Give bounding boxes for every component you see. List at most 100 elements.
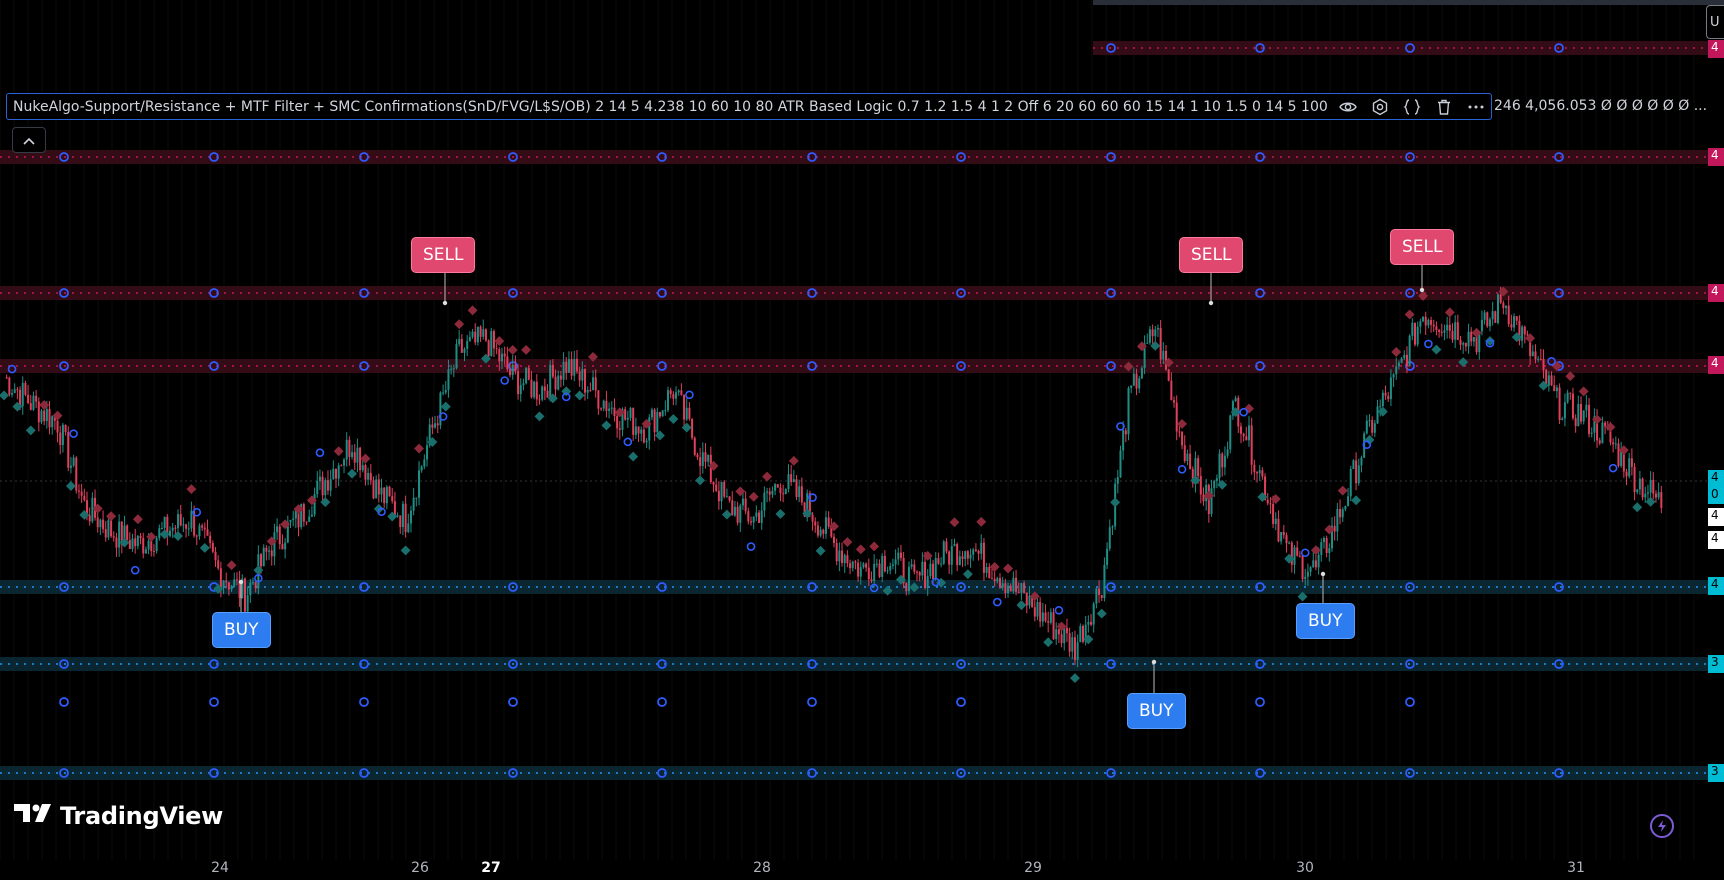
price-tag: 4 bbox=[1708, 356, 1724, 374]
candle-body bbox=[1446, 324, 1449, 331]
eye-icon[interactable] bbox=[1339, 98, 1357, 116]
candle-body bbox=[1272, 503, 1275, 524]
tradingview-logo[interactable]: TradingView bbox=[14, 802, 223, 830]
candle-body bbox=[846, 555, 849, 564]
signal-diamond bbox=[253, 565, 264, 576]
candle-body bbox=[107, 520, 110, 538]
candle-body bbox=[1087, 621, 1090, 625]
candle-body bbox=[16, 389, 19, 391]
candle-body bbox=[177, 514, 180, 529]
candle-body bbox=[701, 452, 704, 467]
candle-body bbox=[1175, 402, 1178, 432]
time-label: 27 bbox=[481, 860, 501, 876]
settings-icon[interactable] bbox=[1371, 98, 1389, 116]
candle-body bbox=[1513, 316, 1516, 328]
candle-body bbox=[1183, 445, 1186, 462]
candle-body bbox=[1304, 576, 1307, 580]
candle-body bbox=[988, 567, 991, 579]
candle-body bbox=[747, 511, 750, 522]
candle-body bbox=[741, 498, 744, 506]
candle-body bbox=[1440, 331, 1443, 333]
candle-body bbox=[1277, 518, 1280, 542]
candle-body bbox=[766, 491, 769, 493]
candle-body bbox=[1638, 478, 1641, 490]
candle-body bbox=[736, 506, 739, 523]
candle-body bbox=[64, 424, 67, 433]
top-right-button[interactable]: U bbox=[1706, 5, 1724, 39]
candle-body bbox=[447, 369, 450, 391]
signal-point bbox=[238, 579, 244, 585]
candle-body bbox=[289, 519, 292, 523]
candle-body bbox=[340, 465, 343, 467]
source-code-icon[interactable] bbox=[1403, 98, 1421, 116]
candle-body bbox=[48, 408, 51, 428]
signal-diamond bbox=[1337, 485, 1348, 496]
level-marker bbox=[508, 697, 518, 707]
candle-body bbox=[1612, 442, 1615, 445]
candle-body bbox=[1004, 583, 1007, 594]
time-axis[interactable]: 24 26 27 28 29 30 31 bbox=[0, 860, 1724, 880]
signal-diamond bbox=[414, 443, 424, 454]
candle-body bbox=[1459, 339, 1462, 345]
candle-body bbox=[1630, 458, 1633, 467]
candle-body bbox=[776, 484, 779, 488]
candle-body bbox=[1250, 425, 1253, 465]
candle-body bbox=[8, 377, 11, 395]
candle-body bbox=[1336, 509, 1339, 532]
candle-body bbox=[506, 356, 509, 370]
signal-diamond bbox=[1270, 494, 1281, 504]
candle-body bbox=[1092, 603, 1095, 625]
candle-body bbox=[187, 528, 190, 530]
candle-body bbox=[1360, 457, 1363, 466]
candle-body bbox=[463, 348, 466, 353]
candle-body bbox=[359, 447, 362, 471]
candle-body bbox=[658, 411, 661, 417]
candle-body bbox=[675, 392, 678, 399]
candle-body bbox=[680, 390, 683, 395]
candle-body bbox=[1071, 637, 1074, 652]
candle-body bbox=[83, 495, 86, 501]
more-icon[interactable] bbox=[1467, 98, 1485, 116]
candle-body bbox=[934, 558, 937, 579]
candle-body bbox=[543, 386, 546, 391]
candle-body bbox=[1167, 369, 1170, 381]
candle-body bbox=[442, 392, 445, 394]
signal-diamond bbox=[132, 514, 143, 525]
signal-diamond bbox=[976, 516, 987, 527]
price-chart[interactable] bbox=[0, 0, 1724, 880]
candle-body bbox=[1553, 385, 1556, 392]
signal-point bbox=[1320, 571, 1326, 577]
candle-body bbox=[1098, 588, 1101, 596]
chart-area[interactable]: U NukeAlgo-Support/Resistance + MTF Filt… bbox=[0, 0, 1724, 880]
candle-body bbox=[305, 521, 308, 523]
collapse-legend-button[interactable] bbox=[12, 127, 46, 153]
candle-body bbox=[584, 369, 586, 393]
candle-body bbox=[1288, 542, 1291, 544]
candle-body bbox=[185, 524, 188, 529]
candle-body bbox=[91, 497, 94, 522]
candle-body bbox=[905, 583, 908, 592]
candle-body bbox=[1456, 322, 1459, 340]
candle-body bbox=[1499, 294, 1502, 303]
candle-body bbox=[249, 582, 252, 596]
candle-body bbox=[723, 481, 726, 497]
trash-icon[interactable] bbox=[1435, 98, 1453, 116]
candle-body bbox=[1063, 627, 1066, 644]
candle-body bbox=[1486, 312, 1489, 327]
lightning-icon[interactable] bbox=[1650, 814, 1674, 838]
candle-body bbox=[313, 494, 316, 515]
candle-body bbox=[677, 390, 680, 393]
candle-body bbox=[201, 525, 204, 528]
candle-body bbox=[966, 551, 969, 559]
candle-body bbox=[546, 390, 549, 398]
candle-body bbox=[530, 379, 533, 398]
candle-body bbox=[964, 551, 967, 560]
candle-body bbox=[784, 489, 787, 495]
indicator-legend[interactable]: NukeAlgo-Support/Resistance + MTF Filter… bbox=[6, 93, 1492, 120]
candle-body bbox=[278, 526, 281, 545]
buy-signal-label: BUY bbox=[1127, 693, 1186, 729]
signal-diamond bbox=[1096, 608, 1107, 619]
candle-body bbox=[222, 580, 225, 588]
candle-body bbox=[61, 424, 64, 445]
candle-body bbox=[380, 487, 383, 495]
